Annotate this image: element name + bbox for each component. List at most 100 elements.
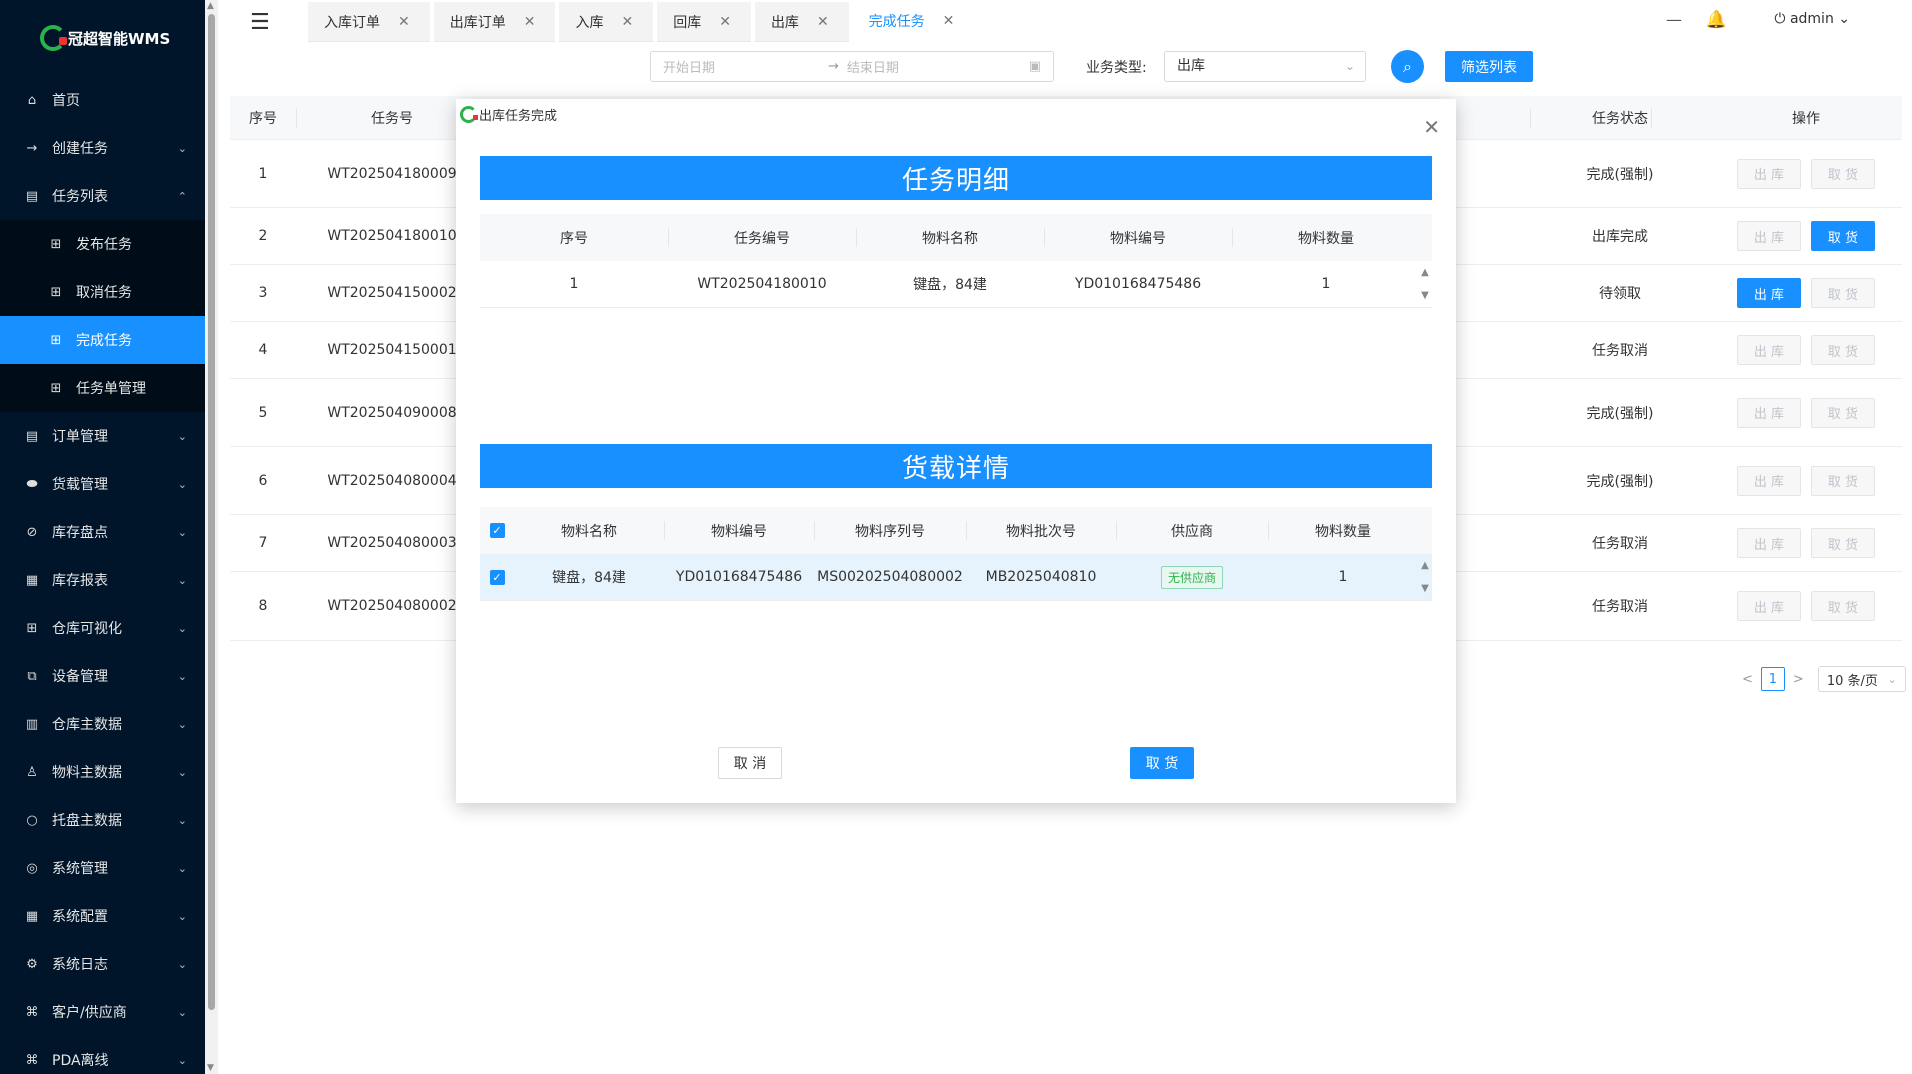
business-type-label: 业务类型: — [1086, 60, 1147, 76]
col-task-no-header: 任务号 — [371, 110, 413, 127]
sidebar-item-system-mgmt[interactable]: ◎ 系统管理 ⌄ — [0, 844, 205, 892]
end-date-input[interactable]: 结束日期 — [847, 57, 1029, 76]
close-icon[interactable]: ✕ — [1423, 115, 1440, 139]
date-range-picker[interactable]: 开始日期 → 结束日期 ▣ — [650, 51, 1054, 82]
table-scrollbar[interactable]: ▲ ▼ — [1418, 554, 1432, 600]
sidebar-item-inventory-check[interactable]: ⊘ 库存盘点 ⌄ — [0, 508, 205, 556]
close-icon[interactable]: ✕ — [398, 14, 410, 30]
sidebar-item-create-task[interactable]: → 创建任务 ⌄ — [0, 124, 205, 172]
outbound-button[interactable]: 出 库 — [1737, 278, 1801, 308]
outbound-button[interactable]: 出 库 — [1737, 397, 1801, 428]
outbound-button[interactable]: 出 库 — [1737, 528, 1801, 558]
outbound-button[interactable]: 出 库 — [1737, 465, 1801, 496]
search-button[interactable]: ⌕ — [1391, 50, 1424, 83]
pick-button[interactable]: 取 货 — [1811, 591, 1875, 621]
sidebar-item-pallet-master[interactable]: ○ 托盘主数据 ⌄ — [0, 796, 205, 844]
tab-outbound-order[interactable]: 出库订单 ✕ — [433, 2, 556, 42]
outbound-button[interactable]: 出 库 — [1737, 591, 1801, 621]
sidebar-item-system-config[interactable]: ▦ 系统配置 ⌄ — [0, 892, 205, 940]
cell-actions: 出 库 取 货 — [1710, 572, 1902, 640]
sidebar-item-material-master[interactable]: ♙ 物料主数据 ⌄ — [0, 748, 205, 796]
minimize-icon[interactable]: — — [1666, 10, 1682, 29]
tab-complete-task[interactable]: 完成任务 ✕ — [852, 2, 975, 42]
task-list-submenu: ⊞ 发布任务 ⊞ 取消任务 ⊞ 完成任务 ⊞ 任务单管理 — [0, 220, 205, 412]
scroll-up-icon[interactable]: ▲ — [1421, 267, 1429, 278]
prev-page-icon[interactable]: < — [1742, 672, 1753, 687]
scroll-up-icon[interactable]: ▲ — [1421, 560, 1429, 571]
header-cell: 物料数量 — [1298, 230, 1354, 247]
search-icon: ⌕ — [1403, 56, 1412, 76]
sidebar-item-label: 发布任务 — [76, 237, 132, 253]
page-number-button[interactable]: 1 — [1760, 667, 1785, 691]
filter-list-button[interactable]: 筛选列表 — [1445, 51, 1533, 82]
scroll-down-icon[interactable]: ▼ — [207, 1063, 214, 1073]
cell-status: 任务取消 — [1592, 536, 1648, 552]
sidebar-item-task-order-mgmt[interactable]: ⊞ 任务单管理 — [0, 364, 205, 412]
tab-outbound[interactable]: 出库 ✕ — [754, 2, 849, 42]
sidebar-item-device-mgmt[interactable]: ⧉ 设备管理 ⌄ — [0, 652, 205, 700]
pick-button[interactable]: 取 货 — [1811, 528, 1875, 558]
user-menu[interactable]: ⏻ admin ⌄ — [1774, 11, 1850, 27]
tab-inbound-order[interactable]: 入库订单 ✕ — [308, 2, 430, 42]
cell-seq: 2 — [258, 228, 268, 244]
sidebar-item-home[interactable]: ⌂ 首页 — [0, 76, 205, 124]
table-scrollbar[interactable]: ▲ ▼ — [1418, 261, 1432, 307]
outbound-button[interactable]: 出 库 — [1737, 335, 1801, 365]
business-type-select[interactable]: 出库 ⌄ — [1164, 51, 1366, 82]
scroll-down-icon[interactable]: ▼ — [1421, 583, 1429, 594]
start-date-input[interactable]: 开始日期 — [663, 57, 828, 76]
close-icon[interactable]: ✕ — [719, 14, 731, 30]
sidebar-item-warehouse-visual[interactable]: ⊞ 仓库可视化 ⌄ — [0, 604, 205, 652]
sidebar-item-complete-task[interactable]: ⊞ 完成任务 — [0, 316, 205, 364]
pick-button[interactable]: 取 货 — [1811, 221, 1875, 251]
tab-inbound[interactable]: 入库 ✕ — [559, 2, 654, 42]
pick-confirm-button[interactable]: 取 货 — [1130, 747, 1194, 779]
menu-fold-icon[interactable]: ☰ — [250, 10, 270, 35]
sidebar-item-customer-supplier[interactable]: ⌘ 客户/供应商 ⌄ — [0, 988, 205, 1036]
scroll-up-icon[interactable]: ▲ — [207, 1, 214, 11]
close-icon[interactable]: ✕ — [817, 14, 829, 30]
sidebar-item-order-mgmt[interactable]: ▤ 订单管理 ⌄ — [0, 412, 205, 460]
scroll-down-icon[interactable]: ▼ — [1421, 290, 1429, 301]
material-icon: ♙ — [26, 764, 38, 780]
cargo-detail-banner: 货载详情 — [480, 444, 1432, 488]
table-row[interactable]: ✓ 键盘，84建 YD010168475486 MS00202504080002… — [480, 554, 1432, 601]
close-icon[interactable]: ✕ — [524, 14, 536, 30]
cell-actions: 出 库 取 货 — [1710, 208, 1902, 264]
close-icon[interactable]: ✕ — [621, 14, 633, 30]
next-page-icon[interactable]: > — [1793, 672, 1804, 687]
pick-button[interactable]: 取 货 — [1811, 397, 1875, 428]
bell-icon[interactable]: 🔔 — [1706, 10, 1727, 30]
sidebar-scrollbar[interactable]: ▲ ▼ — [205, 0, 218, 1074]
logo-text: 冠超智能WMS — [68, 29, 171, 48]
cell-status: 完成(强制) — [1586, 166, 1654, 183]
cell-seq: 4 — [258, 342, 268, 358]
scrollbar-thumb[interactable] — [208, 14, 215, 1010]
row-checkbox[interactable]: ✓ — [489, 569, 505, 585]
pick-button[interactable]: 取 货 — [1811, 158, 1875, 189]
sidebar-item-label: 任务列表 — [52, 189, 108, 205]
sidebar-item-warehouse-master[interactable]: ▥ 仓库主数据 ⌄ — [0, 700, 205, 748]
sidebar-item-task-list[interactable]: ▤ 任务列表 ⌃ — [0, 172, 205, 220]
sidebar-item-label: 任务单管理 — [76, 381, 146, 397]
sidebar-item-label: 系统配置 — [52, 909, 108, 925]
close-icon[interactable]: ✕ — [943, 13, 955, 29]
pick-button[interactable]: 取 货 — [1811, 335, 1875, 365]
sidebar-item-system-log[interactable]: ⚙ 系统日志 ⌄ — [0, 940, 205, 988]
sidebar-item-publish-task[interactable]: ⊞ 发布任务 — [0, 220, 205, 268]
pick-button[interactable]: 取 货 — [1811, 465, 1875, 496]
task-detail-table: 序号 任务编号 物料名称 物料编号 物料数量 1 WT202504180010 … — [480, 214, 1432, 308]
sidebar-item-cancel-task[interactable]: ⊞ 取消任务 — [0, 268, 205, 316]
cell-status: 完成(强制) — [1586, 405, 1654, 422]
sidebar-item-pda-offline[interactable]: ⌘ PDA离线 ⌄ — [0, 1036, 205, 1074]
pick-button[interactable]: 取 货 — [1811, 278, 1875, 308]
cancel-button[interactable]: 取 消 — [718, 747, 782, 779]
header-cell: 序号 — [560, 230, 588, 247]
select-all-checkbox[interactable]: ✓ — [489, 523, 505, 538]
tab-return[interactable]: 回库 ✕ — [657, 2, 751, 42]
page-size-select[interactable]: 10 条/页 ⌄ — [1817, 666, 1906, 692]
outbound-button[interactable]: 出 库 — [1737, 221, 1801, 251]
sidebar-item-cargo-mgmt[interactable]: ⬬ 货载管理 ⌄ — [0, 460, 205, 508]
outbound-button[interactable]: 出 库 — [1737, 158, 1801, 189]
sidebar-item-inventory-report[interactable]: ▦ 库存报表 ⌄ — [0, 556, 205, 604]
